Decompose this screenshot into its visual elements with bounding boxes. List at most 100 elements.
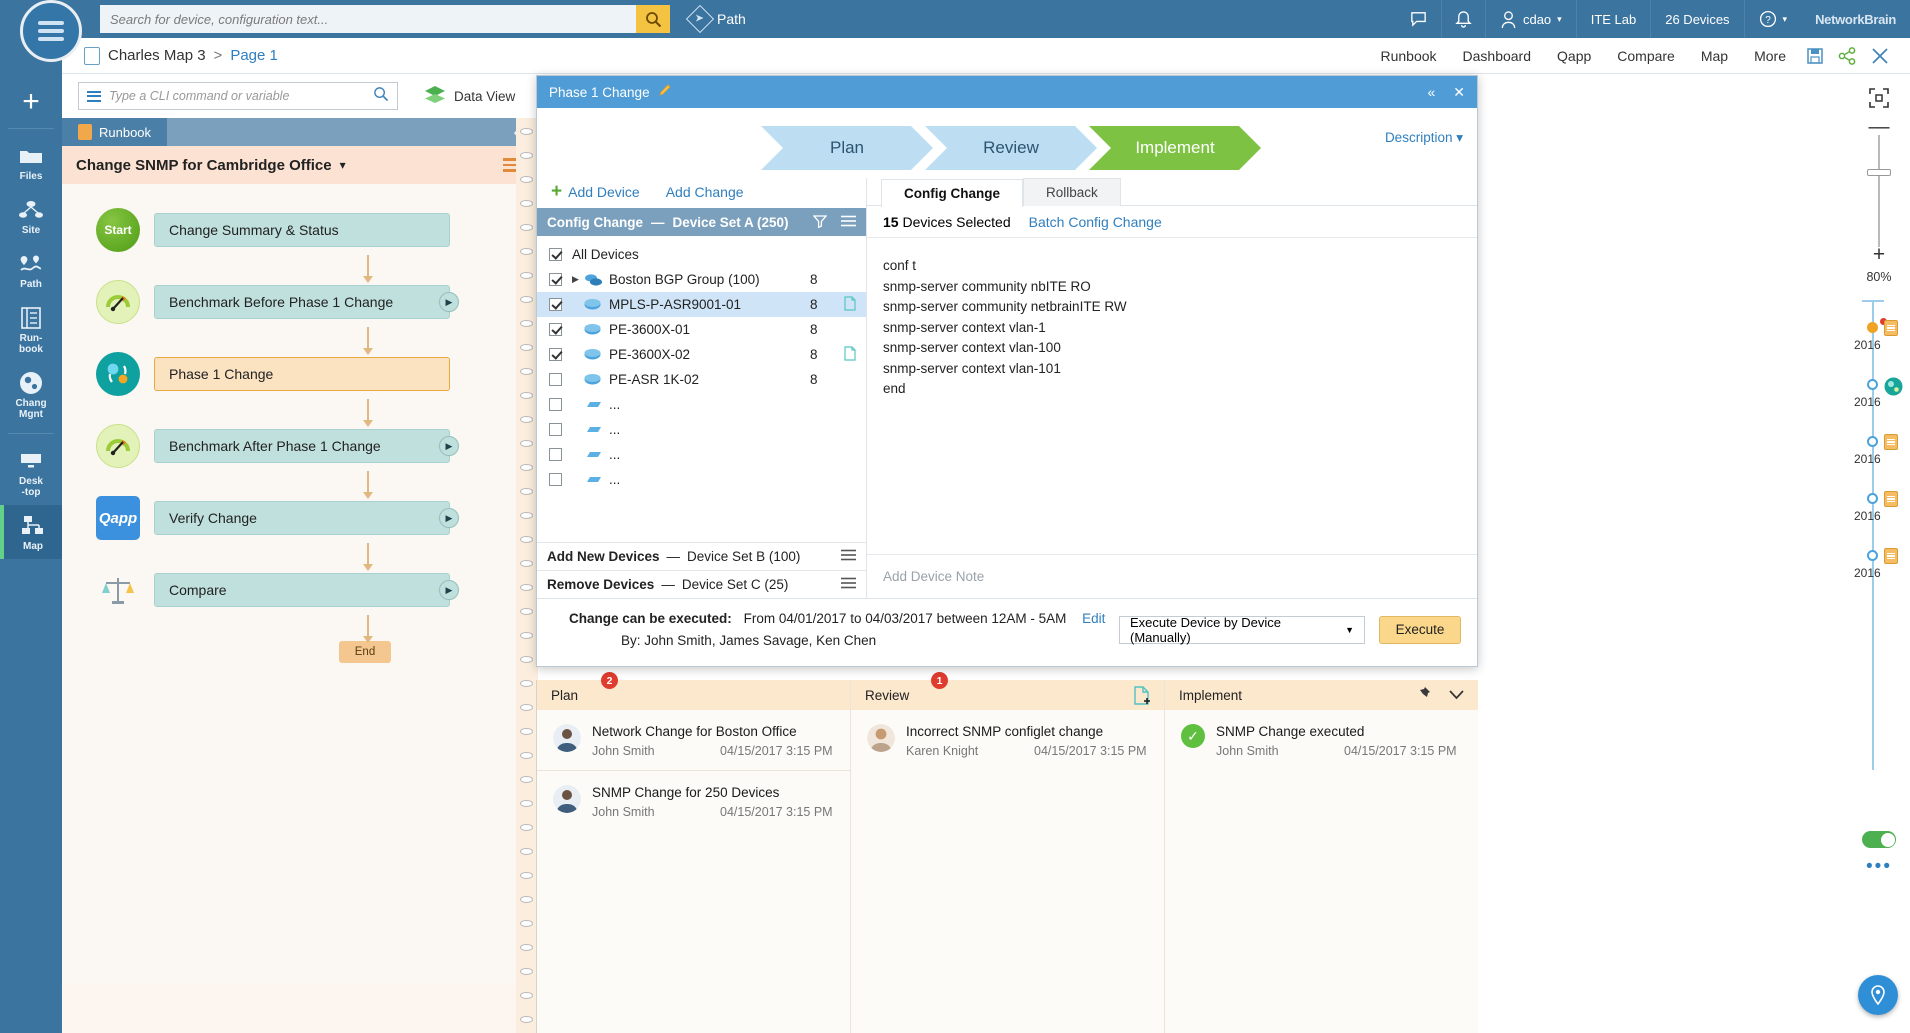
device-row[interactable]: MPLS-P-ASR9001-01 8 — [537, 292, 866, 317]
device-checkbox[interactable] — [549, 298, 562, 311]
execution-mode-select[interactable]: Execute Device by Device (Manually) ▼ — [1119, 615, 1365, 645]
close-icon[interactable]: ✕ — [1453, 84, 1465, 101]
flow-node-end[interactable]: End — [339, 641, 391, 663]
flow-box-summary[interactable]: Change Summary & Status — [154, 213, 450, 247]
device-checkbox[interactable] — [549, 448, 562, 461]
sidebar-item-desktop[interactable]: Desk -top — [0, 440, 62, 505]
zoom-out-button[interactable]: — — [1869, 116, 1890, 137]
add-change-button[interactable]: Add Change — [666, 184, 744, 200]
config-text[interactable]: conf t snmp-server community nbITE RO snmp… — [867, 238, 1477, 554]
chevron-right-icon[interactable]: ▶ — [572, 274, 582, 285]
remove-devices-row[interactable]: Remove Devices — Device Set C (25) — [537, 570, 866, 598]
timeline-dot[interactable] — [1867, 493, 1878, 504]
menu-icon[interactable] — [841, 215, 856, 230]
zoom-track[interactable] — [1867, 135, 1891, 247]
user-menu[interactable]: cdao ▾ — [1484, 0, 1576, 38]
play-icon[interactable]: ▶ — [439, 508, 459, 528]
wizard-step-implement[interactable]: Implement — [1089, 126, 1261, 170]
activity-item[interactable]: SNMP Change for 250 Devices John Smith 0… — [537, 770, 850, 819]
filter-icon[interactable] — [812, 214, 828, 231]
search-input[interactable] — [100, 5, 636, 33]
rail-add-button[interactable]: + — [0, 80, 62, 122]
flow-node-benchmark-after[interactable]: Benchmark After Phase 1 Change ▶ — [62, 424, 534, 468]
flow-box-benchmark-before[interactable]: Benchmark Before Phase 1 Change ▶ — [154, 285, 459, 319]
device-checkbox[interactable] — [549, 398, 562, 411]
pencil-icon[interactable] — [658, 83, 673, 101]
chevron-down-icon[interactable] — [1449, 688, 1464, 703]
zoom-handle[interactable] — [1867, 169, 1891, 176]
device-row[interactable]: ... — [537, 442, 866, 467]
help-menu[interactable]: ? ▾ — [1743, 0, 1802, 38]
timeline-icon[interactable] — [1884, 434, 1898, 450]
global-search[interactable] — [100, 5, 670, 33]
zoom-in-button[interactable]: + — [1873, 244, 1885, 265]
menu-compare[interactable]: Compare — [1604, 48, 1688, 64]
pin-icon[interactable] — [1416, 686, 1431, 705]
device-row[interactable]: ... — [537, 467, 866, 492]
tab-rollback[interactable]: Rollback — [1023, 178, 1121, 206]
flow-node-compare[interactable]: Compare ▶ — [62, 568, 534, 612]
chat-icon[interactable] — [1396, 0, 1441, 38]
menu-runbook[interactable]: Runbook — [1367, 48, 1449, 64]
wizard-step-review[interactable]: Review — [925, 126, 1097, 170]
device-checkbox[interactable] — [549, 373, 562, 386]
flow-box-verify[interactable]: Verify Change ▶ — [154, 501, 459, 535]
menu-dashboard[interactable]: Dashboard — [1450, 48, 1545, 64]
timeline-icon[interactable] — [1884, 320, 1898, 336]
batch-config-change-link[interactable]: Batch Config Change — [1029, 214, 1162, 230]
execute-button[interactable]: Execute — [1379, 615, 1461, 644]
note-icon[interactable] — [1884, 320, 1898, 336]
menu-qapp[interactable]: Qapp — [1544, 48, 1604, 64]
bell-icon[interactable] — [1440, 0, 1485, 38]
device-row[interactable]: PE-ASR 1K-02 8 — [537, 367, 866, 392]
device-checkbox[interactable] — [549, 273, 562, 286]
device-count[interactable]: 26 Devices — [1650, 0, 1743, 38]
flow-box-phase1[interactable]: Phase 1 Change — [154, 357, 450, 391]
device-checkbox[interactable] — [549, 473, 562, 486]
cli-command-box[interactable] — [78, 82, 398, 110]
device-row[interactable]: PE-3600X-02 8 — [537, 342, 866, 367]
timeline-dot[interactable] — [1867, 379, 1878, 390]
menu-icon[interactable] — [841, 549, 856, 564]
main-menu-button[interactable] — [20, 0, 82, 62]
pin-map-button[interactable] — [1858, 975, 1898, 1015]
timeline-icon[interactable] — [1884, 548, 1898, 564]
fit-screen-icon[interactable] — [1869, 88, 1889, 113]
document-icon[interactable] — [844, 345, 866, 364]
device-note-input[interactable]: Add Device Note — [867, 554, 1477, 598]
close-icon[interactable] — [1864, 47, 1896, 65]
add-new-devices-row[interactable]: Add New Devices — Device Set B (100) — [537, 542, 866, 570]
menu-more[interactable]: More — [1741, 48, 1799, 64]
cli-menu-icon[interactable] — [87, 90, 101, 102]
timeline-icon[interactable] — [1884, 377, 1903, 401]
flow-box-compare[interactable]: Compare ▶ — [154, 573, 459, 607]
exec-edit-link[interactable]: Edit — [1082, 611, 1105, 626]
device-checkbox[interactable] — [549, 348, 562, 361]
device-row[interactable]: PE-3600X-01 8 — [537, 317, 866, 342]
chevron-down-icon[interactable]: ▾ — [340, 158, 346, 172]
device-checkbox[interactable] — [549, 423, 562, 436]
sidebar-item-runbook[interactable]: Run- book — [0, 297, 62, 362]
more-dots-icon[interactable]: ••• — [1866, 856, 1892, 878]
play-icon[interactable]: ▶ — [439, 292, 459, 312]
activity-item[interactable]: Incorrect SNMP configlet change Karen Kn… — [851, 710, 1164, 758]
device-row[interactable]: ▶ Boston BGP Group (100) 8 — [537, 267, 866, 292]
sidebar-item-path[interactable]: Path — [0, 243, 62, 297]
wizard-step-plan[interactable]: Plan — [761, 126, 933, 170]
play-icon[interactable]: ▶ — [439, 436, 459, 456]
flow-box-benchmark-after[interactable]: Benchmark After Phase 1 Change ▶ — [154, 429, 459, 463]
share-icon[interactable] — [1831, 46, 1864, 65]
description-toggle[interactable]: Description ▾ — [1385, 130, 1463, 146]
breadcrumb-page[interactable]: Page 1 — [230, 47, 278, 64]
save-icon[interactable] — [1799, 47, 1831, 65]
data-view-button[interactable]: Data View — [424, 85, 515, 107]
timeline-dot[interactable] — [1867, 550, 1878, 561]
timeline-toggle[interactable] — [1862, 831, 1896, 848]
activity-item[interactable]: Network Change for Boston Office John Sm… — [537, 710, 850, 758]
search-icon[interactable] — [373, 86, 389, 107]
flow-node-benchmark-before[interactable]: Benchmark Before Phase 1 Change ▶ — [62, 280, 534, 324]
menu-map[interactable]: Map — [1688, 48, 1741, 64]
sidebar-item-map[interactable]: Map — [0, 505, 62, 559]
play-icon[interactable]: ▶ — [439, 580, 459, 600]
device-checkbox[interactable] — [549, 248, 562, 261]
